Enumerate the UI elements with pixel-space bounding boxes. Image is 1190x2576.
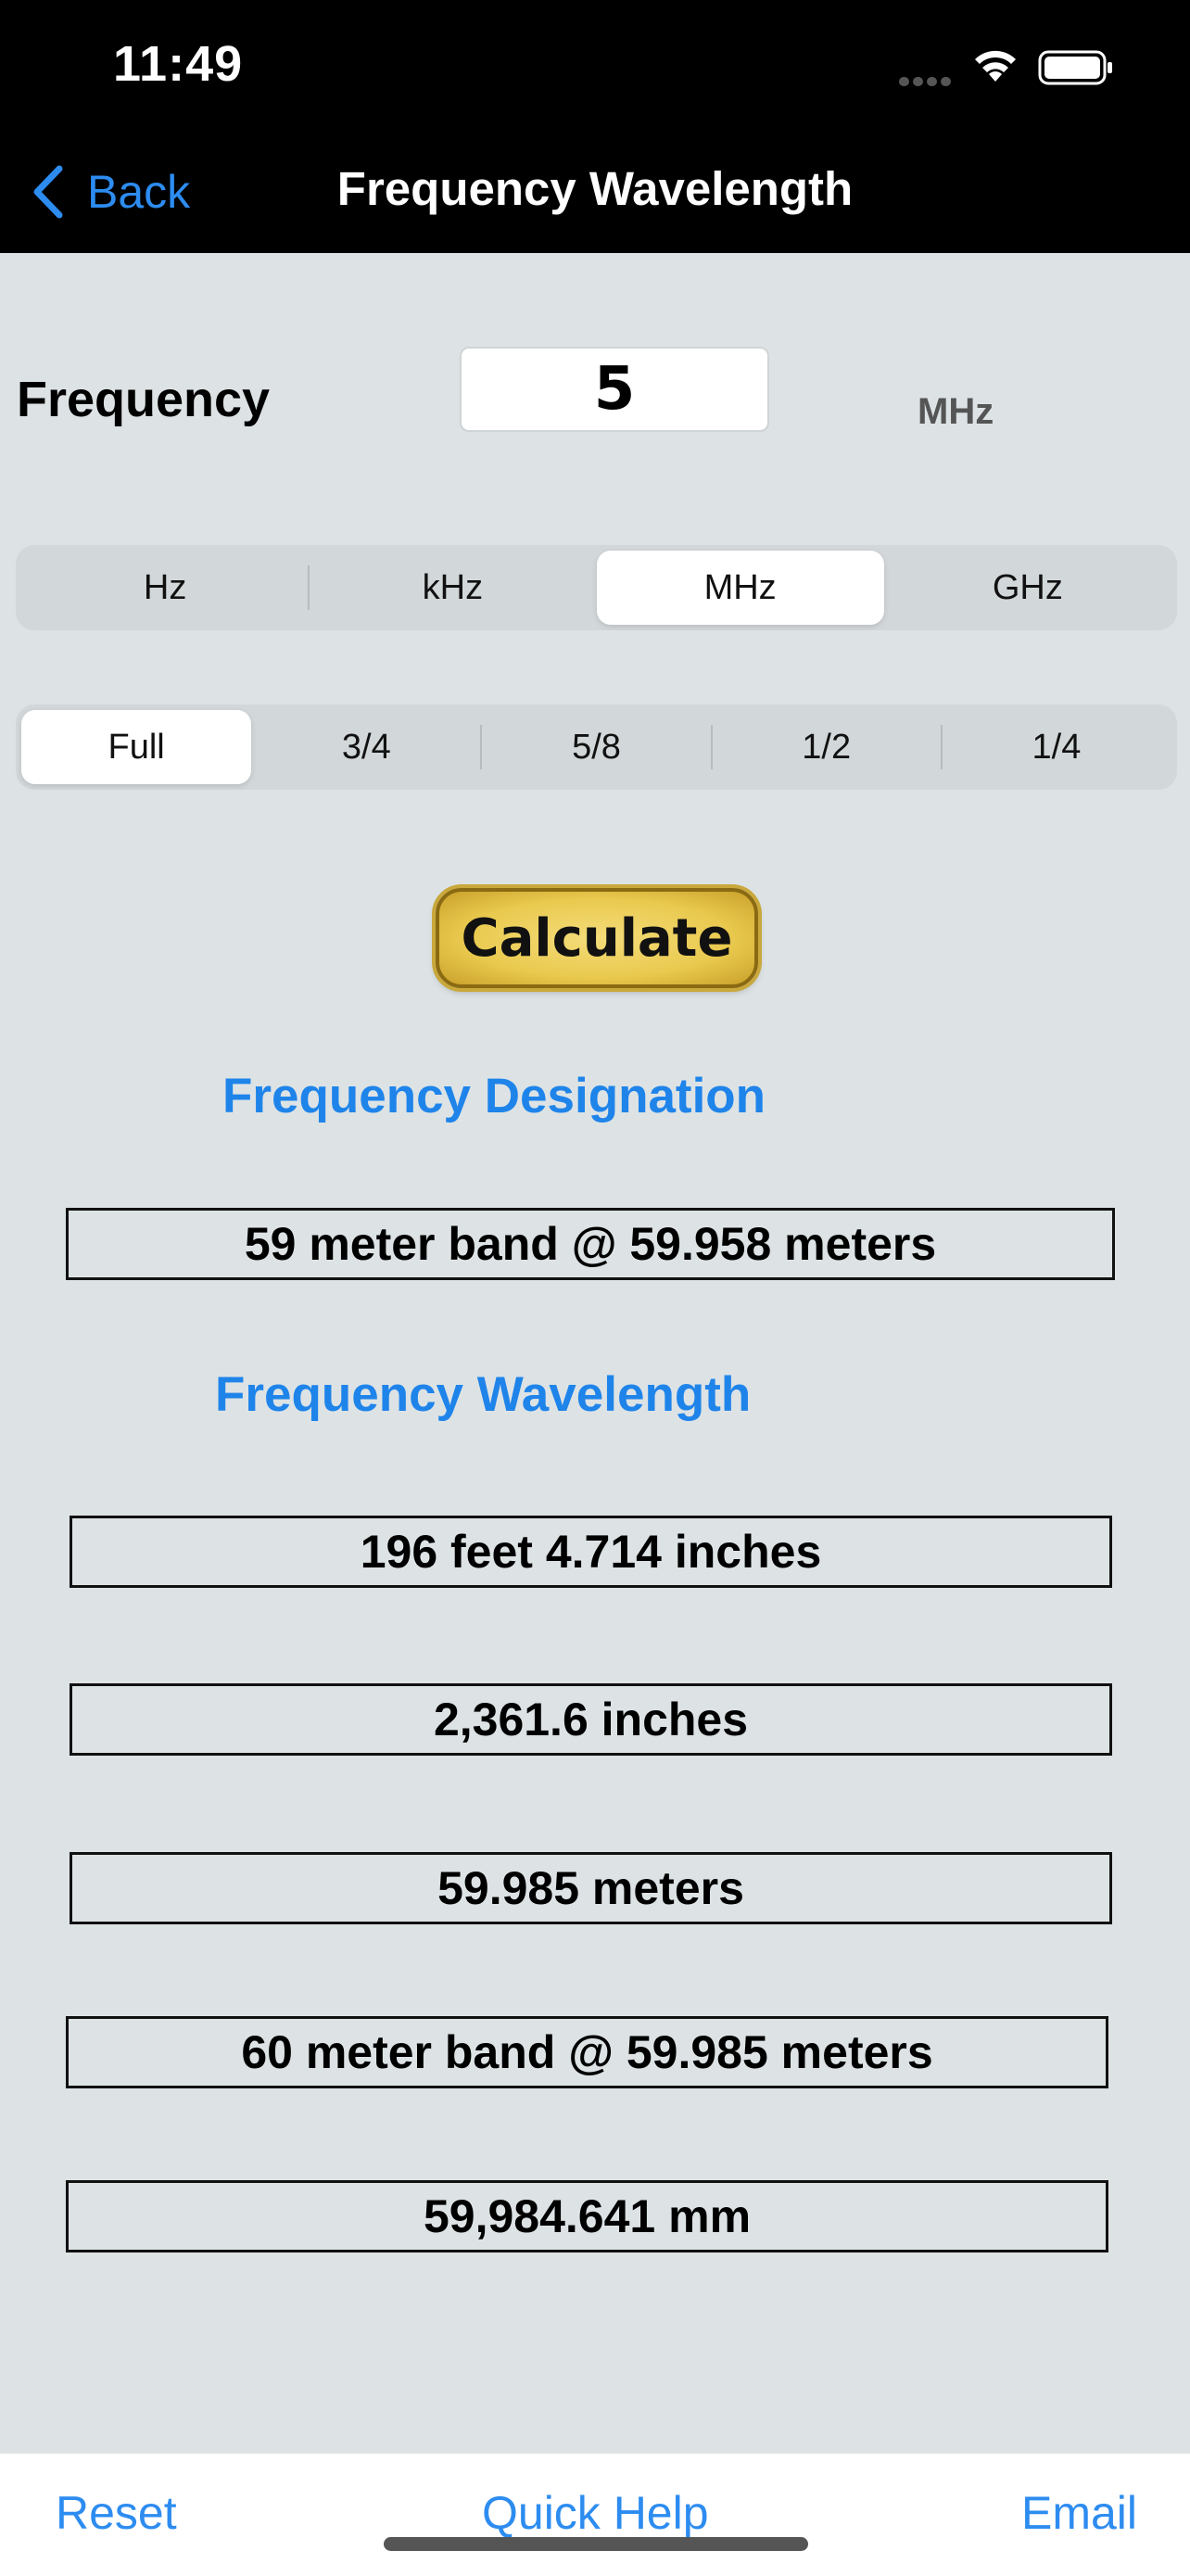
segment-label: Full (108, 727, 165, 767)
segment-label: GHz (992, 567, 1063, 607)
back-button[interactable]: Back (32, 159, 190, 224)
millimeters-result: 59,984.641 mm (66, 2180, 1108, 2252)
band-result: 60 meter band @ 59.985 meters (66, 2016, 1108, 2088)
email-button[interactable]: Email (1021, 2486, 1137, 2540)
feet-inches-result: 196 feet 4.714 inches (70, 1516, 1112, 1588)
cellular-dots-icon (899, 74, 956, 86)
frequency-input[interactable] (460, 347, 769, 432)
frequency-label: Frequency (17, 372, 271, 427)
unit-segmented-control: Hz kHz MHz GHz (16, 545, 1177, 630)
segment-label: 1/4 (1032, 727, 1082, 767)
segment-quarter[interactable]: 1/4 (942, 710, 1171, 784)
unit-label: MHz (918, 391, 994, 432)
segment-label: 1/2 (802, 727, 852, 767)
segment-ghz[interactable]: GHz (884, 551, 1171, 625)
home-indicator[interactable] (384, 2537, 808, 2551)
status-time: 11:49 (113, 36, 244, 92)
segment-label: 5/8 (572, 727, 621, 767)
segment-half[interactable]: 1/2 (712, 710, 943, 784)
segment-label: 3/4 (341, 727, 391, 767)
chevron-left-icon (33, 165, 63, 219)
segment-three-quarter[interactable]: 3/4 (251, 710, 483, 784)
segment-label: Hz (143, 567, 187, 607)
segment-label: kHz (422, 567, 484, 607)
back-label: Back (87, 166, 191, 218)
calculate-button[interactable]: Calculate (436, 888, 758, 988)
segment-hz[interactable]: Hz (21, 551, 310, 625)
designation-heading: Frequency Designation (222, 1069, 766, 1123)
designation-result: 59 meter band @ 59.958 meters (66, 1208, 1115, 1280)
reset-button[interactable]: Reset (56, 2486, 177, 2540)
quick-help-button[interactable]: Quick Help (482, 2486, 709, 2540)
wavelength-heading: Frequency Wavelength (215, 1367, 752, 1422)
meters-result: 59.985 meters (70, 1852, 1112, 1924)
segment-mhz[interactable]: MHz (596, 551, 884, 625)
segment-label: MHz (703, 567, 777, 607)
fraction-segmented-control: Full 3/4 5/8 1/2 1/4 (16, 704, 1177, 790)
wifi-icon (975, 50, 1016, 82)
segment-khz[interactable]: kHz (309, 551, 596, 625)
battery-icon (1038, 50, 1112, 85)
inches-result: 2,361.6 inches (70, 1683, 1112, 1756)
segment-five-eighths[interactable]: 5/8 (481, 710, 713, 784)
segment-full[interactable]: Full (21, 710, 252, 784)
